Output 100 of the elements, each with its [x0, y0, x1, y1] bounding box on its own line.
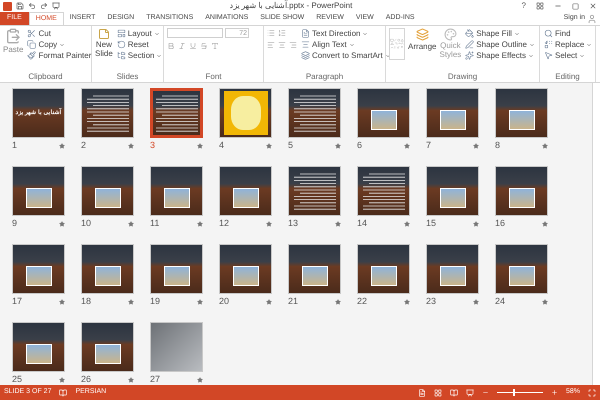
shape-fill-button[interactable]: Shape Fill: [464, 28, 536, 39]
slide-thumbnail[interactable]: [495, 244, 548, 294]
arrange-button[interactable]: Arrange: [408, 28, 436, 53]
slide-number: 12: [219, 216, 230, 230]
slide-number: 25: [12, 372, 22, 385]
paste-button[interactable]: Paste: [3, 28, 24, 56]
fit-to-window-icon[interactable]: [588, 388, 596, 396]
select-button[interactable]: Select: [543, 50, 594, 61]
slide-thumbnail[interactable]: [357, 244, 410, 294]
slide-thumbnail[interactable]: [288, 88, 341, 138]
slide-thumbnail[interactable]: [219, 244, 272, 294]
slide-thumbnail[interactable]: [12, 166, 65, 216]
slide-number: 8: [495, 138, 500, 152]
slide-thumbnail[interactable]: [150, 322, 203, 372]
vertical-scrollbar[interactable]: [592, 83, 600, 385]
transition-star-icon: [128, 298, 134, 304]
zoom-slider-thumb[interactable]: [513, 389, 516, 396]
maximize-icon[interactable]: [572, 2, 579, 10]
slide-thumbnail[interactable]: [426, 88, 479, 138]
user-avatar-icon: [587, 14, 597, 24]
close-icon[interactable]: [589, 2, 597, 10]
shape-effects-icon: [465, 51, 474, 60]
reset-button[interactable]: Reset: [116, 39, 164, 50]
font-color-icon[interactable]: [211, 42, 219, 50]
slide-sorter-icon[interactable]: [434, 388, 442, 396]
photo-placeholder: [164, 266, 190, 286]
align-text-icon: [301, 40, 310, 49]
transition-star-icon: [197, 298, 203, 304]
caret-icon: [348, 42, 355, 48]
slide-thumbnail[interactable]: [81, 244, 134, 294]
transition-star-icon: [335, 298, 341, 304]
caret-icon: [384, 52, 391, 58]
align-text-button[interactable]: Align Text: [300, 39, 392, 50]
transition-star-icon: [59, 220, 65, 226]
slide-number: 26: [81, 372, 92, 385]
group-label: Editing: [554, 71, 581, 82]
photo-placeholder: [508, 188, 534, 208]
transition-star-icon: [542, 142, 548, 148]
text-direction-button[interactable]: Text Direction: [300, 28, 392, 39]
slide-thumbnail[interactable]: [288, 244, 341, 294]
photo-placeholder: [232, 188, 258, 208]
normal-view-icon[interactable]: [418, 388, 426, 396]
shape-effects-button[interactable]: Shape Effects: [464, 50, 536, 61]
slide-thumbnail[interactable]: [150, 166, 203, 216]
group-label: Paragraph: [304, 71, 344, 82]
app-logo-icon: [3, 2, 12, 10]
text-lines-drawing: [360, 171, 406, 211]
shape-outline-button[interactable]: Shape Outline: [464, 39, 536, 50]
find-button[interactable]: Find: [543, 28, 594, 39]
slide-thumbnail[interactable]: [12, 322, 65, 372]
save-icon[interactable]: [16, 2, 24, 10]
slideshow-view-icon[interactable]: [466, 388, 474, 396]
layout-button[interactable]: Layout: [116, 28, 164, 39]
cut-button[interactable]: Cut: [26, 28, 92, 39]
replace-button[interactable]: Replace: [543, 39, 594, 50]
slide-thumbnail[interactable]: [12, 244, 65, 294]
reading-view-icon[interactable]: [450, 388, 458, 396]
format-painter-button[interactable]: Format Painter: [26, 50, 92, 61]
slide-thumbnail[interactable]: [426, 244, 479, 294]
slide-thumbnail[interactable]: [81, 322, 134, 372]
transition-star-icon: [197, 220, 203, 226]
convert-to-smartart-button[interactable]: Convert to SmartArt: [300, 50, 392, 61]
ribbon-options-icon[interactable]: [536, 2, 544, 10]
slide-thumbnail[interactable]: [288, 166, 341, 216]
slideshow-icon[interactable]: [52, 2, 60, 10]
copy-button[interactable]: Copy: [26, 39, 92, 50]
text-lines-drawing: [292, 93, 338, 133]
redo-icon[interactable]: [40, 2, 48, 10]
slide-thumbnail[interactable]: [495, 166, 548, 216]
new-slide-button[interactable]: New Slide: [95, 28, 113, 58]
photo-placeholder: [440, 266, 466, 286]
text-lines-drawing: [154, 93, 200, 133]
slide-thumbnail[interactable]: [357, 166, 410, 216]
select-icon: [544, 51, 553, 60]
transition-star-icon: [59, 142, 65, 148]
slide-number: 1: [12, 138, 18, 152]
photo-placeholder: [370, 110, 396, 130]
slide-number: 13: [288, 216, 298, 230]
slide-thumbnail[interactable]: [81, 166, 134, 216]
slide-thumbnail[interactable]: [357, 88, 410, 138]
slide-thumbnail[interactable]: [219, 88, 272, 138]
layout-icon: [116, 29, 126, 38]
caret-icon: [514, 30, 520, 36]
section-button[interactable]: Section: [116, 50, 164, 61]
photo-placeholder: [26, 344, 52, 364]
slide-number: 17: [12, 294, 22, 308]
photo-placeholder: [26, 188, 52, 208]
transition-star-icon: [404, 220, 410, 226]
undo-icon[interactable]: [28, 2, 36, 10]
slide-thumbnail[interactable]: [150, 88, 203, 138]
slide-thumbnail[interactable]: [495, 88, 548, 138]
caret-icon: [156, 52, 162, 58]
font-name-field[interactable]: [167, 28, 223, 38]
slide-thumbnail[interactable]: [150, 244, 203, 294]
slide-thumbnail[interactable]: [219, 166, 272, 216]
slide-thumbnail[interactable]: [81, 88, 134, 138]
slide-thumbnail[interactable]: [426, 166, 479, 216]
help-icon[interactable]: ?: [522, 0, 526, 12]
slide-number: 3: [150, 138, 156, 152]
copy-icon: [27, 40, 36, 49]
